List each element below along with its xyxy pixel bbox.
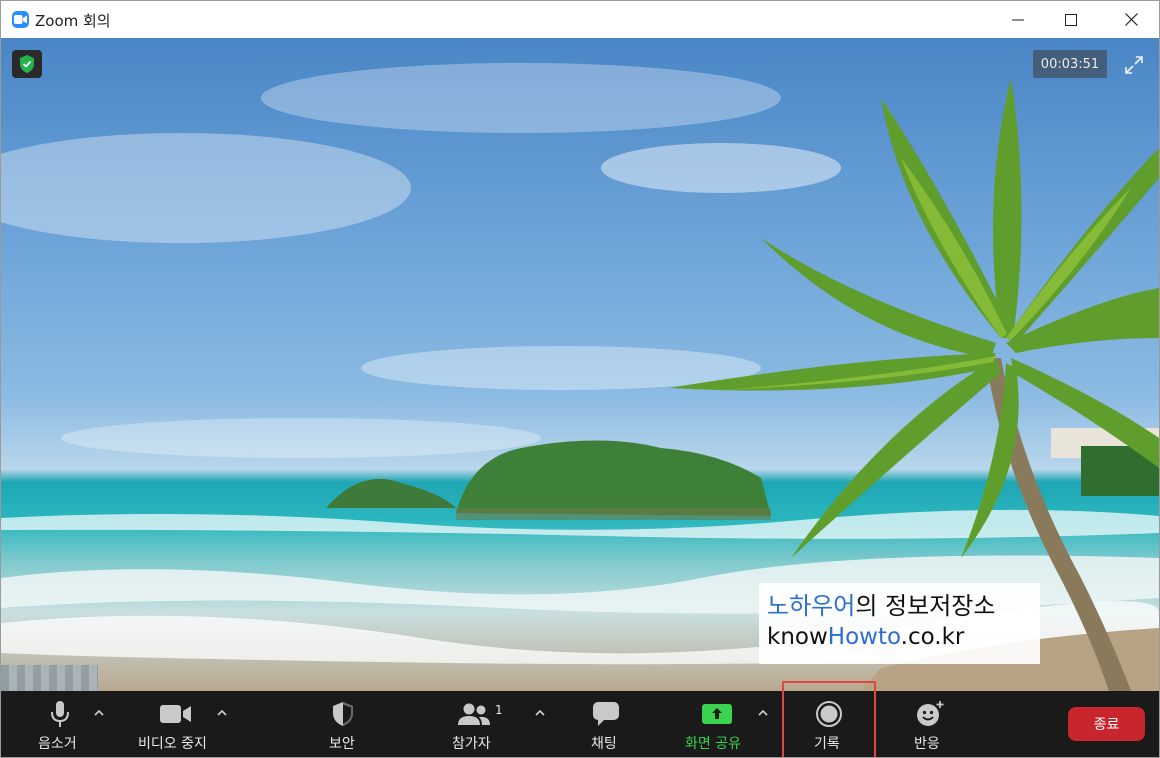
audio-options-button[interactable] (92, 705, 106, 719)
chevron-up-icon (535, 709, 545, 716)
watermark-line2: knowHowto.co.kr (767, 624, 965, 650)
watermark-line1: 노하우어의 정보저장소 (767, 592, 996, 620)
record-icon (815, 701, 843, 727)
chevron-up-icon (758, 709, 768, 716)
maximize-icon (1065, 13, 1077, 26)
watermark: 노하우어의 정보저장소 knowHowto.co.kr (759, 583, 1040, 664)
maximize-button[interactable] (1044, 1, 1098, 38)
end-meeting-button[interactable]: 종료 (1068, 707, 1145, 741)
security-shield-icon (331, 701, 355, 727)
mute-button[interactable]: 음소거 (29, 691, 91, 757)
encryption-shield-button[interactable] (12, 50, 42, 78)
share-screen-icon (702, 701, 732, 727)
shield-check-icon (20, 55, 34, 73)
expand-icon (1125, 56, 1143, 74)
chat-bubble-icon (592, 701, 620, 727)
share-options-button[interactable] (756, 705, 770, 719)
window-title: Zoom 회의 (35, 12, 111, 30)
microphone-icon (49, 701, 71, 727)
video-options-button[interactable] (215, 705, 229, 719)
chevron-up-icon (217, 709, 227, 716)
zoom-meeting-window: Zoom 회의 00:03:51 노하우어의 정보저장소 knowHowto.c… (0, 0, 1160, 758)
minimize-button[interactable] (991, 1, 1045, 38)
chevron-up-icon (94, 709, 104, 716)
participant-count: 1 (495, 703, 503, 717)
video-view[interactable]: 00:03:51 노하우어의 정보저장소 knowHowto.co.kr (1, 38, 1159, 691)
security-button[interactable]: 보안 (315, 691, 371, 757)
chat-button[interactable]: 채팅 (581, 691, 631, 757)
reaction-smiley-icon (915, 701, 945, 727)
stop-video-button[interactable]: 비디오 중지 (131, 691, 221, 757)
close-button[interactable] (1104, 1, 1158, 38)
participants-icon (457, 701, 491, 727)
close-icon (1124, 13, 1138, 26)
record-button[interactable]: 기록 (801, 691, 857, 757)
share-screen-button[interactable]: 화면 공유 (681, 691, 753, 757)
participant-name-tag (1, 665, 98, 691)
participants-options-button[interactable] (533, 705, 547, 719)
meeting-timer: 00:03:51 (1033, 50, 1107, 78)
meeting-toolbar: 음소거 비디오 중지 보안 1 참가자 채팅 화면 공유 기록 반응 종료 (1, 681, 1159, 757)
title-bar[interactable]: Zoom 회의 (1, 1, 1159, 38)
minimize-icon (1012, 19, 1024, 20)
fullscreen-button[interactable] (1123, 54, 1145, 76)
video-camera-icon (160, 701, 192, 727)
participants-button[interactable]: 1 참가자 (445, 691, 505, 757)
zoom-logo-icon (12, 11, 29, 28)
reactions-button[interactable]: 반응 (901, 691, 957, 757)
